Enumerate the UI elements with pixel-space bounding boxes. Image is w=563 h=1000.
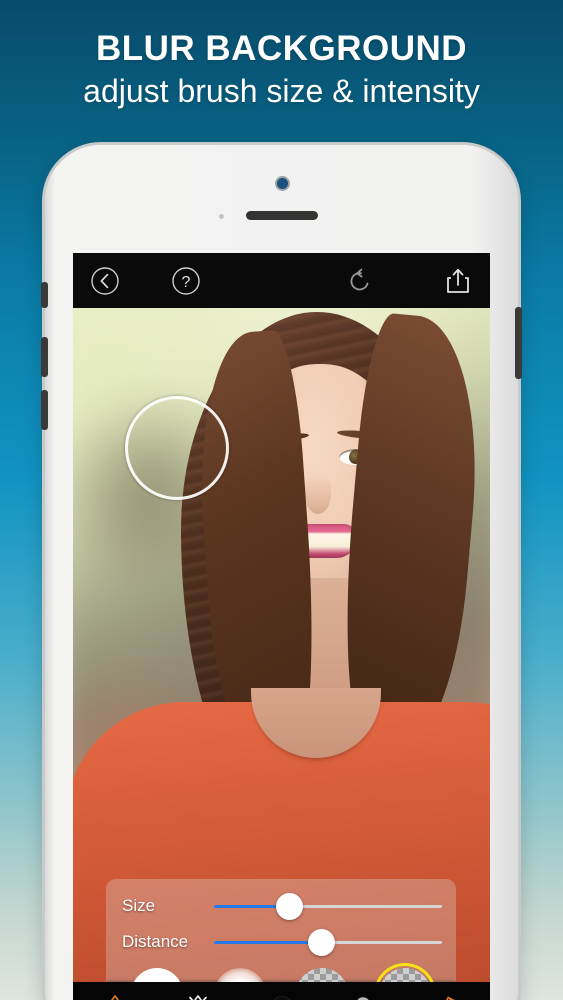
question-mark-icon: ?: [171, 267, 200, 295]
headline-line-1: BLUR BACKGROUND: [95, 29, 468, 68]
brush-size-ring-icon[interactable]: [125, 396, 229, 500]
distance-slider-fill: [214, 940, 322, 944]
size-slider-label: Size: [122, 896, 156, 915]
mute-switch-button[interactable]: [41, 282, 48, 308]
help-button[interactable]: ?: [164, 259, 208, 303]
tab-unblur[interactable]: Unblur: [156, 982, 239, 1000]
app-screenshot: BLUR BACKGROUND adjust brush size & inte…: [0, 0, 563, 1000]
editor-top-toolbar: ?: [73, 253, 490, 308]
undo-button[interactable]: [338, 259, 382, 303]
phone-device: ? Size Distance: [41, 145, 522, 1000]
distance-slider[interactable]: [214, 928, 442, 956]
overlapping-circles-icon: [352, 993, 378, 1000]
tab-blur[interactable]: Blur: [73, 982, 156, 1000]
distance-slider-label: Distance: [122, 932, 189, 951]
power-button[interactable]: [515, 307, 522, 379]
tab-effect[interactable]: Effect: [323, 982, 406, 1000]
earpiece-speaker-icon: [245, 211, 318, 220]
volume-down-button[interactable]: [41, 390, 48, 430]
back-button[interactable]: [83, 259, 127, 303]
promo-headline: BLUR BACKGROUND adjust brush size & inte…: [0, 28, 563, 113]
tab-invert[interactable]: Invert: [240, 982, 323, 1000]
distance-slider-knob[interactable]: [307, 928, 335, 956]
headline-line-2: adjust brush size & intensity: [83, 73, 480, 110]
volume-up-button[interactable]: [41, 337, 48, 377]
proximity-sensor-icon: [218, 214, 224, 219]
invert-circle-icon: [270, 993, 294, 1000]
size-slider[interactable]: [214, 892, 442, 920]
nose: [305, 474, 331, 514]
droplet-crossed-icon: [187, 993, 209, 1000]
phone-screen: ? Size Distance: [73, 253, 490, 1000]
share-button[interactable]: [436, 259, 480, 303]
droplet-icon: [104, 993, 126, 1000]
paintbrush-icon: [435, 993, 461, 1000]
svg-text:?: ?: [181, 274, 190, 291]
share-export-icon: [447, 268, 469, 293]
tab-brush[interactable]: Brush: [407, 982, 490, 1000]
size-slider-knob[interactable]: [275, 892, 303, 920]
editor-tab-bar: Blur Unblur: [73, 982, 490, 1000]
chevron-left-icon: [91, 267, 119, 295]
undo-arrow-icon: [350, 268, 368, 291]
size-slider-row: Size: [122, 891, 442, 921]
distance-slider-row: Distance: [122, 927, 442, 957]
front-camera-icon: [276, 178, 288, 189]
